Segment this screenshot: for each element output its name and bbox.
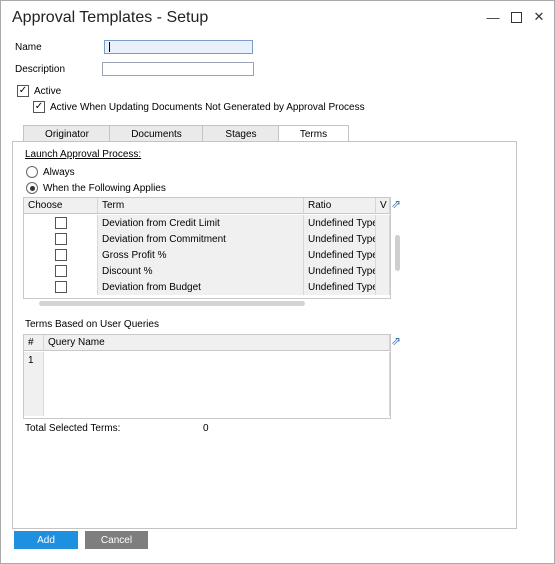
always-label: Always [43,167,75,178]
minimize-icon[interactable]: — [485,9,501,25]
v-cell [376,231,390,247]
terms-grid: Choose Term Ratio V Deviation from Credi… [23,197,391,299]
ratio-cell[interactable]: Undefined Type [304,231,376,247]
when-applies-radio[interactable] [26,182,38,194]
when-applies-label: When the Following Applies [43,183,166,194]
term-cell: Deviation from Credit Limit [98,215,304,231]
text-cursor [109,42,110,52]
cancel-button[interactable]: Cancel [85,531,148,549]
vertical-scrollbar[interactable] [395,235,400,271]
maximize-icon[interactable] [508,9,524,25]
v-cell [376,263,390,279]
table-row[interactable]: Deviation from Credit Limit Undefined Ty… [24,215,390,231]
tab-documents[interactable]: Documents [109,125,204,142]
close-icon[interactable]: ✕ [531,9,547,25]
row-number-cell [24,384,44,400]
query-name-cell[interactable] [44,384,390,400]
column-header-query-name[interactable]: Query Name [44,335,390,351]
active-checkbox[interactable]: ✓ [17,85,29,97]
column-header-choose[interactable]: Choose [24,198,98,214]
active-when-updating-checkbox[interactable]: ✓ [33,101,45,113]
table-row[interactable] [24,368,390,384]
table-row[interactable]: Gross Profit % Undefined Type [24,247,390,263]
term-cell: Deviation from Commitment [98,231,304,247]
total-selected-terms-label: Total Selected Terms: [25,423,121,434]
table-row[interactable] [24,400,390,416]
table-row[interactable]: 1 [24,352,390,368]
ratio-cell[interactable]: Undefined Type [304,279,376,295]
query-name-cell[interactable] [44,400,390,416]
user-queries-grid: # Query Name 1 [23,334,391,419]
ratio-cell[interactable]: Undefined Type [304,215,376,231]
choose-checkbox[interactable] [55,281,67,293]
query-name-cell[interactable] [44,368,390,384]
tab-stages[interactable]: Stages [202,125,280,142]
radio-dot [29,185,35,191]
name-label: Name [15,42,42,53]
expand-grid-icon[interactable]: ⇗ [390,197,402,211]
window-title: Approval Templates - Setup [12,9,209,26]
table-row[interactable]: Deviation from Commitment Undefined Type [24,231,390,247]
choose-checkbox[interactable] [55,249,67,261]
active-label: Active [34,86,62,97]
choose-checkbox[interactable] [55,265,67,277]
v-cell [376,279,390,295]
table-row[interactable] [24,384,390,400]
row-number-cell [24,368,44,384]
table-row[interactable]: Deviation from Budget Undefined Type [24,279,390,295]
active-when-updating-label: Active When Updating Documents Not Gener… [50,102,365,113]
tab-originator[interactable]: Originator [23,125,111,142]
approval-templates-window: Approval Templates - Setup — ✕ Name Desc… [0,0,555,564]
description-label: Description [15,64,66,75]
query-name-cell[interactable] [44,352,390,368]
term-cell: Gross Profit % [98,247,304,263]
term-cell: Discount % [98,263,304,279]
choose-checkbox[interactable] [55,217,67,229]
ratio-cell[interactable]: Undefined Type [304,263,376,279]
choose-checkbox[interactable] [55,233,67,245]
column-header-number: # [24,335,44,351]
row-number-cell: 1 [24,352,44,368]
column-header-ratio[interactable]: Ratio [304,198,376,214]
add-button[interactable]: Add [14,531,78,549]
description-field[interactable] [102,62,254,76]
row-number-cell [24,400,44,416]
launch-approval-label: Launch Approval Process: [25,149,142,160]
column-header-term[interactable]: Term [98,198,304,214]
expand-queries-icon[interactable]: ⇗ [390,334,402,348]
column-header-v[interactable]: V [376,198,390,214]
total-selected-terms-value: 0 [203,423,209,434]
name-field[interactable] [104,40,253,54]
v-cell [376,215,390,231]
ratio-cell[interactable]: Undefined Type [304,247,376,263]
user-queries-label: Terms Based on User Queries [25,319,159,330]
horizontal-scrollbar[interactable] [39,301,305,306]
always-radio[interactable] [26,166,38,178]
v-cell [376,247,390,263]
maximize-icon-shape [510,11,522,23]
term-cell: Deviation from Budget [98,279,304,295]
table-row[interactable]: Discount % Undefined Type [24,263,390,279]
